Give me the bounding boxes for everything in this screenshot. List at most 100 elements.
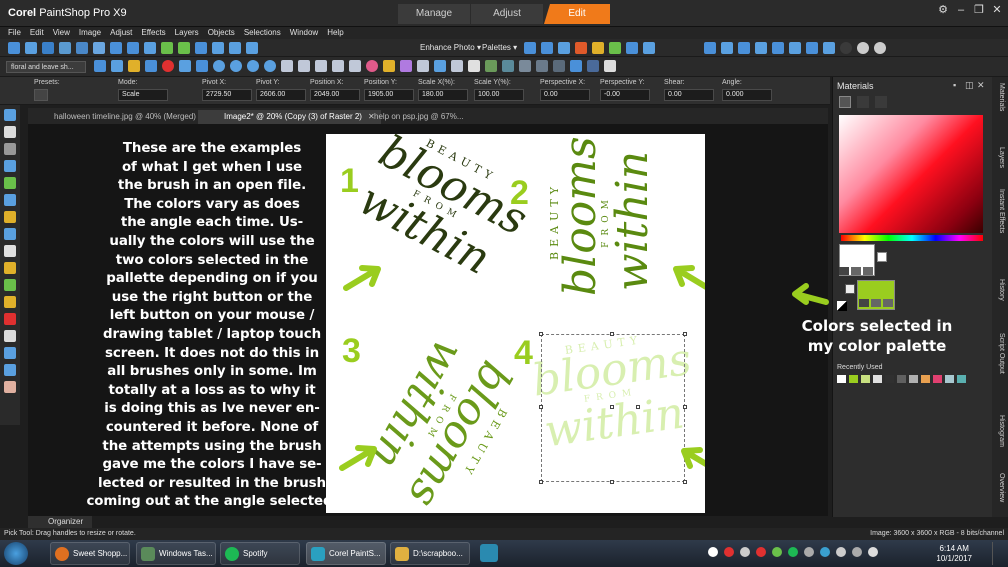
handle-tr[interactable] bbox=[683, 332, 687, 336]
frame-view-icon[interactable] bbox=[839, 96, 851, 108]
layer-icon[interactable] bbox=[626, 42, 638, 54]
bolt-icon[interactable] bbox=[383, 60, 395, 72]
recent-color-swatch[interactable] bbox=[933, 375, 942, 383]
copy-icon[interactable] bbox=[93, 42, 105, 54]
script-icon[interactable] bbox=[823, 42, 835, 54]
curves-icon[interactable] bbox=[541, 42, 553, 54]
menu-file[interactable]: File bbox=[8, 27, 21, 39]
enhance-photo-dropdown[interactable]: Enhance Photo ▾ bbox=[420, 42, 481, 54]
tray-icon-1[interactable] bbox=[724, 547, 734, 557]
show-desktop-button[interactable] bbox=[992, 542, 1004, 565]
settings-icon[interactable]: ⚙ bbox=[936, 3, 950, 17]
transform-selection-box[interactable] bbox=[539, 332, 687, 484]
handle-center[interactable] bbox=[610, 405, 614, 409]
palettes-dropdown[interactable]: Palettes ▾ bbox=[482, 42, 517, 54]
recent-color-swatch[interactable] bbox=[837, 375, 846, 383]
tab-adjust[interactable]: Adjust bbox=[471, 4, 543, 24]
side-tab-overview[interactable]: Overview bbox=[995, 473, 1005, 502]
gear-icon-3[interactable] bbox=[247, 60, 259, 72]
menu-effects[interactable]: Effects bbox=[141, 27, 165, 39]
mode-select[interactable]: Scale bbox=[118, 89, 168, 101]
position-x-field[interactable]: 2049.00 bbox=[310, 89, 360, 101]
record-script-icon[interactable] bbox=[162, 60, 174, 72]
side-tab-histogram[interactable]: Histogram bbox=[995, 415, 1005, 447]
clock[interactable]: 6:14 AM 10/1/2017 bbox=[936, 544, 972, 564]
texture-icon-4[interactable] bbox=[536, 60, 548, 72]
cube-icon[interactable] bbox=[400, 60, 412, 72]
close-icon[interactable]: ✕ bbox=[990, 3, 1004, 17]
flower-icon[interactable] bbox=[366, 60, 378, 72]
zebra-icon[interactable] bbox=[604, 60, 616, 72]
swap-colors-icon[interactable] bbox=[877, 252, 887, 262]
task-task-manager[interactable]: Windows Tas... bbox=[136, 542, 216, 565]
doc-tab-help[interactable]: help on psp.jpg @ 67%... bbox=[348, 110, 464, 124]
gear-icon-4[interactable] bbox=[264, 60, 276, 72]
star-icon-4[interactable] bbox=[332, 60, 344, 72]
open-file-icon[interactable] bbox=[25, 42, 37, 54]
position-y-field[interactable]: 1905.00 bbox=[364, 89, 414, 101]
reset-colors-icon[interactable] bbox=[845, 284, 855, 294]
swatches-view-icon[interactable] bbox=[875, 96, 887, 108]
overview-icon[interactable] bbox=[755, 42, 767, 54]
paint-brush-tool-icon[interactable] bbox=[4, 245, 16, 257]
pinned-app-icon[interactable] bbox=[480, 544, 498, 562]
brush-preset-select[interactable]: floral and leave sh... bbox=[6, 61, 86, 73]
recent-color-swatch[interactable] bbox=[885, 375, 894, 383]
stop-icon[interactable] bbox=[196, 60, 208, 72]
fg-gradient-icon[interactable] bbox=[863, 267, 873, 275]
star-icon-2[interactable] bbox=[298, 60, 310, 72]
texture-icon-7[interactable] bbox=[587, 60, 599, 72]
recent-color-swatch[interactable] bbox=[849, 375, 858, 383]
selection-tool-icon[interactable] bbox=[4, 143, 16, 155]
organizer-tab[interactable]: Organizer bbox=[28, 516, 92, 528]
zoom-in-icon[interactable] bbox=[212, 42, 224, 54]
minimize-icon[interactable]: – bbox=[954, 3, 968, 17]
tray-icon-7[interactable] bbox=[820, 547, 830, 557]
zoom-tool-icon[interactable] bbox=[4, 109, 16, 121]
perspective-x-field[interactable]: 0.00 bbox=[540, 89, 590, 101]
tab-manage[interactable]: Manage bbox=[398, 4, 470, 24]
zoom-out-icon[interactable] bbox=[229, 42, 241, 54]
info-icon[interactable] bbox=[874, 42, 886, 54]
pick-tool-icon[interactable] bbox=[4, 126, 16, 138]
texture-icon-5[interactable] bbox=[553, 60, 565, 72]
rainbow-view-icon[interactable] bbox=[857, 96, 869, 108]
drop-icon[interactable] bbox=[434, 60, 446, 72]
tray-icon-3[interactable] bbox=[756, 547, 766, 557]
edit-script-icon[interactable] bbox=[111, 60, 123, 72]
rulers-icon[interactable] bbox=[738, 42, 750, 54]
handle-b[interactable] bbox=[610, 480, 614, 484]
brush-icon[interactable] bbox=[592, 42, 604, 54]
color-icon[interactable] bbox=[575, 42, 587, 54]
task-spotify[interactable]: Spotify bbox=[220, 542, 300, 565]
grid-pattern-icon[interactable] bbox=[468, 60, 480, 72]
layers-panel-icon[interactable] bbox=[772, 42, 784, 54]
hue-slider[interactable] bbox=[841, 235, 983, 241]
pen-tool-icon[interactable] bbox=[4, 364, 16, 376]
tray-icon-4[interactable] bbox=[772, 547, 782, 557]
tray-icon-5[interactable] bbox=[788, 547, 798, 557]
panel-close-icon[interactable]: ✕ bbox=[977, 80, 985, 91]
new-file-icon[interactable] bbox=[8, 42, 20, 54]
gear-icon-2[interactable] bbox=[230, 60, 242, 72]
fit-window-icon[interactable] bbox=[195, 42, 207, 54]
side-tab-history[interactable]: History bbox=[995, 279, 1005, 301]
recent-color-swatch[interactable] bbox=[921, 375, 930, 383]
handle-pivot[interactable] bbox=[636, 405, 640, 409]
actual-size-icon[interactable] bbox=[246, 42, 258, 54]
handle-l[interactable] bbox=[539, 405, 543, 409]
presets-picker-icon[interactable] bbox=[34, 89, 48, 101]
recent-color-swatch[interactable] bbox=[909, 375, 918, 383]
texture-icon-6[interactable] bbox=[570, 60, 582, 72]
history-panel-icon[interactable] bbox=[806, 42, 818, 54]
scale-y-field[interactable]: 100.00 bbox=[474, 89, 524, 101]
save-icon[interactable] bbox=[42, 42, 54, 54]
maximize-icon[interactable]: ❐ bbox=[972, 3, 986, 17]
angle-field[interactable]: 0.000 bbox=[722, 89, 772, 101]
rotate-left-icon[interactable] bbox=[161, 42, 173, 54]
side-tab-materials[interactable]: Materials bbox=[995, 83, 1005, 111]
levels-icon[interactable] bbox=[524, 42, 536, 54]
save-script-icon[interactable] bbox=[145, 60, 157, 72]
task-firefox[interactable]: Sweet Shopp... bbox=[50, 542, 130, 565]
print-icon[interactable] bbox=[59, 42, 71, 54]
